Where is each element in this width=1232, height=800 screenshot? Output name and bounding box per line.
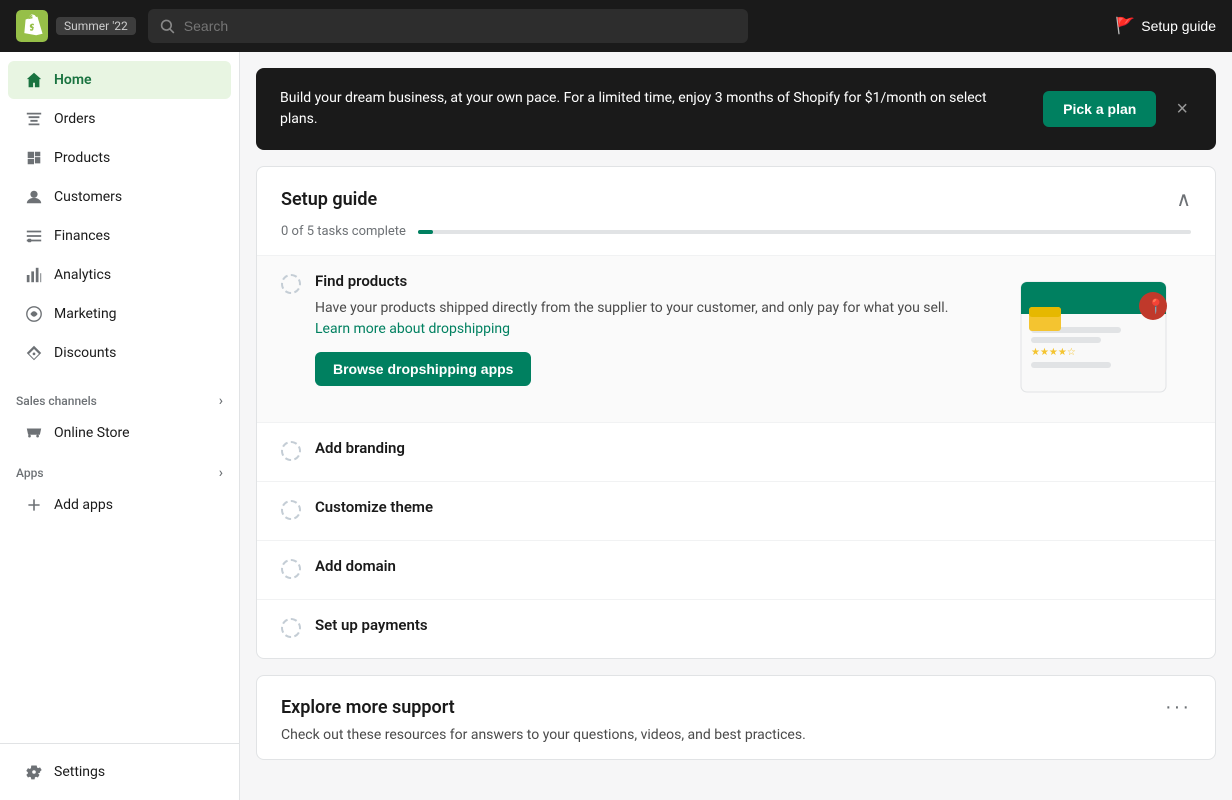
topbar-right: 🚩 Setup guide bbox=[1115, 16, 1216, 36]
sidebar-label-orders: Orders bbox=[54, 111, 96, 127]
analytics-icon bbox=[24, 265, 44, 285]
marketing-icon bbox=[24, 304, 44, 324]
apps-section: Apps › bbox=[0, 453, 239, 485]
task-circle-add-branding bbox=[281, 441, 301, 461]
sidebar-label-home: Home bbox=[54, 72, 92, 88]
sidebar-label-customers: Customers bbox=[54, 189, 122, 205]
sidebar-label-settings: Settings bbox=[54, 764, 105, 780]
sidebar-label-marketing: Marketing bbox=[54, 306, 117, 322]
orders-icon bbox=[24, 109, 44, 129]
browse-dropshipping-button[interactable]: Browse dropshipping apps bbox=[315, 352, 531, 386]
task-content-find-products: Find products Have your products shipped… bbox=[315, 272, 967, 386]
sidebar-label-finances: Finances bbox=[54, 228, 110, 244]
sidebar-item-customers[interactable]: Customers bbox=[8, 178, 231, 216]
setup-guide-header: Setup guide ∧ bbox=[257, 167, 1215, 224]
search-input[interactable] bbox=[184, 18, 736, 34]
home-icon bbox=[24, 70, 44, 90]
sales-channels-chevron[interactable]: › bbox=[219, 393, 223, 409]
sidebar-label-add-apps: Add apps bbox=[54, 497, 113, 513]
task-title-set-up-payments: Set up payments bbox=[315, 616, 1191, 634]
banner-text: Build your dream business, at your own p… bbox=[280, 88, 1027, 130]
sidebar-item-orders[interactable]: Orders bbox=[8, 100, 231, 138]
sales-channels-section: Sales channels › bbox=[0, 381, 239, 413]
support-menu-button[interactable]: ··· bbox=[1165, 696, 1191, 719]
search-icon bbox=[160, 18, 176, 34]
progress-row: 0 of 5 tasks complete bbox=[257, 224, 1215, 255]
banner-close-button[interactable]: × bbox=[1172, 98, 1192, 121]
task-title-add-branding: Add branding bbox=[315, 439, 1191, 457]
support-desc: Check out these resources for answers to… bbox=[257, 727, 1215, 759]
sidebar-label-products: Products bbox=[54, 150, 110, 166]
task-circle-customize-theme bbox=[281, 500, 301, 520]
sidebar-item-marketing[interactable]: Marketing bbox=[8, 295, 231, 333]
pick-plan-button[interactable]: Pick a plan bbox=[1043, 91, 1156, 127]
search-bar bbox=[148, 9, 748, 43]
sidebar-label-discounts: Discounts bbox=[54, 345, 116, 361]
apps-chevron[interactable]: › bbox=[219, 465, 223, 481]
promotional-banner: Build your dream business, at your own p… bbox=[256, 68, 1216, 150]
task-find-products[interactable]: Find products Have your products shipped… bbox=[257, 255, 1215, 422]
plus-icon bbox=[24, 495, 44, 515]
products-icon bbox=[24, 148, 44, 168]
layout: Home Orders Products Cu bbox=[0, 52, 1232, 800]
task-title-find-products: Find products bbox=[315, 272, 967, 290]
sidebar-item-products[interactable]: Products bbox=[8, 139, 231, 177]
task-title-add-domain: Add domain bbox=[315, 557, 1191, 575]
sidebar-label-analytics: Analytics bbox=[54, 267, 111, 283]
shopify-logo bbox=[16, 10, 48, 42]
sidebar-item-analytics[interactable]: Analytics bbox=[8, 256, 231, 294]
logo-area: Summer '22 bbox=[16, 10, 136, 42]
task-add-branding[interactable]: Add branding bbox=[257, 422, 1215, 481]
task-content-customize-theme: Customize theme bbox=[315, 498, 1191, 524]
progress-bar bbox=[418, 230, 1191, 234]
task-title-customize-theme: Customize theme bbox=[315, 498, 1191, 516]
sidebar-item-online-store[interactable]: Online Store bbox=[8, 414, 231, 452]
sidebar: Home Orders Products Cu bbox=[0, 52, 240, 800]
task-circle-add-domain bbox=[281, 559, 301, 579]
sidebar-item-add-apps[interactable]: Add apps bbox=[8, 486, 231, 524]
explore-support-card: Explore more support ··· Check out these… bbox=[256, 675, 1216, 760]
customers-icon bbox=[24, 187, 44, 207]
progress-bar-fill bbox=[418, 230, 433, 234]
task-customize-theme[interactable]: Customize theme bbox=[257, 481, 1215, 540]
task-content-add-branding: Add branding bbox=[315, 439, 1191, 465]
topbar: Summer '22 🚩 Setup guide bbox=[0, 0, 1232, 52]
sidebar-label-online-store: Online Store bbox=[54, 425, 130, 441]
sidebar-item-home[interactable]: Home bbox=[8, 61, 231, 99]
support-title: Explore more support bbox=[281, 697, 455, 718]
task-circle-set-up-payments bbox=[281, 618, 301, 638]
store-icon bbox=[24, 423, 44, 443]
svg-text:★★★★☆: ★★★★☆ bbox=[1031, 347, 1076, 358]
task-set-up-payments[interactable]: Set up payments bbox=[257, 599, 1215, 658]
setup-guide-label: Setup guide bbox=[1141, 18, 1216, 34]
task-illustration: ★★★★☆ 📍 bbox=[991, 272, 1191, 406]
setup-guide-collapse-button[interactable]: ∧ bbox=[1176, 187, 1191, 212]
dropshipping-link[interactable]: Learn more about dropshipping bbox=[315, 321, 510, 337]
setup-guide-card: Setup guide ∧ 0 of 5 tasks complete Find… bbox=[256, 166, 1216, 659]
discounts-icon bbox=[24, 343, 44, 363]
svg-text:📍: 📍 bbox=[1147, 298, 1164, 315]
progress-text: 0 of 5 tasks complete bbox=[281, 224, 406, 239]
support-header: Explore more support ··· bbox=[257, 676, 1215, 727]
settings-icon bbox=[24, 762, 44, 782]
store-badge: Summer '22 bbox=[56, 17, 136, 35]
task-content-add-domain: Add domain bbox=[315, 557, 1191, 583]
task-content-set-up-payments: Set up payments bbox=[315, 616, 1191, 642]
flag-icon: 🚩 bbox=[1115, 16, 1135, 36]
setup-guide-button[interactable]: 🚩 Setup guide bbox=[1115, 16, 1216, 36]
settings-section: Settings bbox=[0, 743, 239, 800]
task-circle-find-products bbox=[281, 274, 301, 294]
sidebar-item-finances[interactable]: Finances bbox=[8, 217, 231, 255]
dropshipping-illustration: ★★★★☆ 📍 bbox=[991, 272, 1181, 402]
setup-guide-title: Setup guide bbox=[281, 189, 377, 210]
main-content: Build your dream business, at your own p… bbox=[240, 52, 1232, 800]
sidebar-item-discounts[interactable]: Discounts bbox=[8, 334, 231, 372]
task-add-domain[interactable]: Add domain bbox=[257, 540, 1215, 599]
task-desc-find-products: Have your products shipped directly from… bbox=[315, 298, 967, 340]
finances-icon bbox=[24, 226, 44, 246]
sidebar-item-settings[interactable]: Settings bbox=[8, 753, 231, 791]
